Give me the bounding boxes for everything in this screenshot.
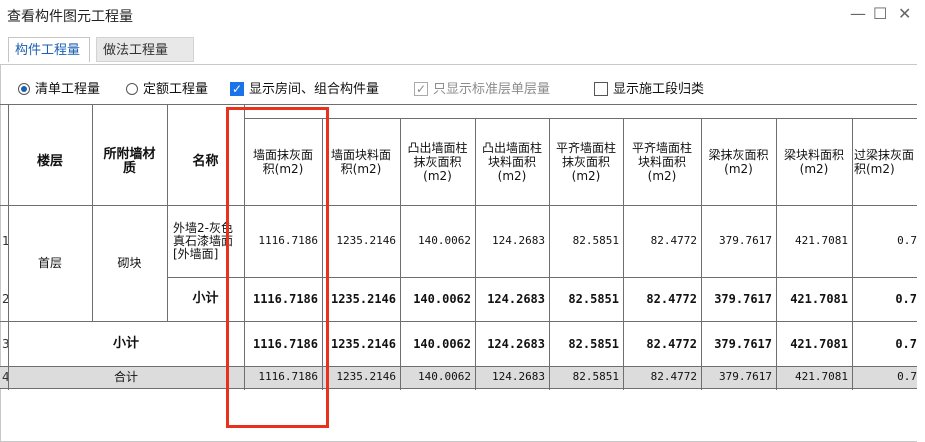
tab-method-quantity[interactable]: 做法工程量 — [96, 37, 194, 62]
checkbox-standard-floor-label: 只显示标准层单层量 — [433, 82, 551, 97]
table-cell[interactable]: 421.7081 — [776, 366, 852, 388]
row-number[interactable]: 2 — [0, 277, 8, 321]
total-label[interactable]: 合计 — [8, 366, 244, 388]
table-cell[interactable]: 421.7081 — [776, 277, 852, 321]
checkbox-empty-icon[interactable] — [594, 82, 608, 96]
header-protruding-column-plaster[interactable]: 凸出墙面柱抹灰面积(m2) — [400, 118, 475, 205]
subtotal-label[interactable]: 小计 — [8, 321, 244, 366]
table-cell[interactable]: 82.5851 — [549, 205, 623, 277]
row-number[interactable]: 4 — [0, 366, 8, 388]
table-cell[interactable]: 124.2683 — [475, 277, 549, 321]
table-cell[interactable]: 124.2683 — [475, 205, 549, 277]
table-cell[interactable]: 140.0062 — [400, 277, 475, 321]
radio-bill-label: 清单工程量 — [35, 82, 101, 97]
table-cell[interactable]: 379.7617 — [701, 321, 776, 366]
quantity-table: 楼层 所附墙材质 名称 墙面抹灰面积(m2) 墙面块料面积(m2) 凸出墙面柱抹… — [0, 104, 917, 390]
wall-material-cell[interactable]: 砌块 — [92, 205, 167, 321]
radio-empty-icon[interactable] — [126, 83, 138, 95]
table-cell[interactable]: 379.7617 — [701, 366, 776, 388]
header-beam-plaster[interactable]: 梁抹灰面积(m2) — [701, 118, 776, 205]
table-cell[interactable]: 1235.2146 — [322, 366, 400, 388]
highlight-box — [226, 107, 329, 428]
table-cell[interactable]: 82.4772 — [623, 205, 701, 277]
radio-selected-icon[interactable] — [18, 83, 30, 95]
table-cell[interactable]: 379.7617 — [701, 205, 776, 277]
table-cell[interactable]: 82.5851 — [549, 277, 623, 321]
table-cell[interactable]: 379.7617 — [701, 277, 776, 321]
header-wall-material[interactable]: 所附墙材质 — [92, 118, 167, 205]
window-title: 查看构件图元工程量 — [7, 9, 133, 25]
table-cell[interactable]: 82.5851 — [549, 321, 623, 366]
table-cell[interactable]: 82.4772 — [623, 277, 701, 321]
header-wall-tile[interactable]: 墙面块料面积(m2) — [322, 118, 400, 205]
table-cell[interactable]: 140.0062 — [400, 366, 475, 388]
table-cell[interactable]: 82.4772 — [623, 366, 701, 388]
row-number[interactable]: 3 — [0, 321, 8, 366]
table-cell[interactable]: 1235.2146 — [322, 277, 400, 321]
row-number[interactable]: 1 — [0, 205, 8, 277]
floor-cell[interactable]: 首层 — [8, 205, 92, 321]
table-cell[interactable]: 140.0062 — [400, 205, 475, 277]
header-protruding-column-tile[interactable]: 凸出墙面柱块料面积(m2) — [475, 118, 549, 205]
header-beam-tile[interactable]: 梁块料面积(m2) — [776, 118, 852, 205]
table-cell[interactable]: 82.5851 — [549, 366, 623, 388]
close-icon[interactable]: ✕ — [898, 4, 911, 23]
tab-component-quantity[interactable]: 构件工程量 — [8, 37, 90, 62]
checkmark-disabled-icon: ✓ — [414, 82, 428, 96]
table-cell[interactable]: 1235.2146 — [322, 205, 400, 277]
checkbox-show-room-label: 显示房间、组合构件量 — [249, 82, 380, 97]
maximize-icon[interactable]: ☐ — [873, 4, 887, 23]
table-cell[interactable]: 1235.2146 — [322, 321, 400, 366]
minimize-icon[interactable]: — — [850, 4, 866, 23]
table-cell[interactable]: 124.2683 — [475, 321, 549, 366]
table-cell[interactable]: 82.4772 — [623, 321, 701, 366]
table-cell[interactable]: 0.7 — [852, 321, 917, 366]
checkmark-icon[interactable]: ✓ — [230, 82, 244, 96]
table-cell[interactable]: 0.7 — [852, 277, 917, 321]
header-lintel-plaster[interactable]: 过梁抹灰面积(m2) — [852, 118, 917, 205]
table-cell[interactable]: 421.7081 — [776, 321, 852, 366]
radio-quota-label: 定额工程量 — [143, 82, 209, 97]
header-flush-column-plaster[interactable]: 平齐墙面柱抹灰面积(m2) — [549, 118, 623, 205]
header-flush-column-tile[interactable]: 平齐墙面柱块料面积(m2) — [623, 118, 701, 205]
table-cell[interactable]: 124.2683 — [475, 366, 549, 388]
table-cell[interactable]: 421.7081 — [776, 205, 852, 277]
checkbox-construction-stage-label: 显示施工段归类 — [613, 82, 705, 97]
table-cell[interactable]: 0.7 — [852, 205, 917, 277]
table-cell[interactable]: 140.0062 — [400, 321, 475, 366]
table-cell[interactable]: 0.7 — [852, 366, 917, 388]
header-floor[interactable]: 楼层 — [8, 118, 92, 205]
